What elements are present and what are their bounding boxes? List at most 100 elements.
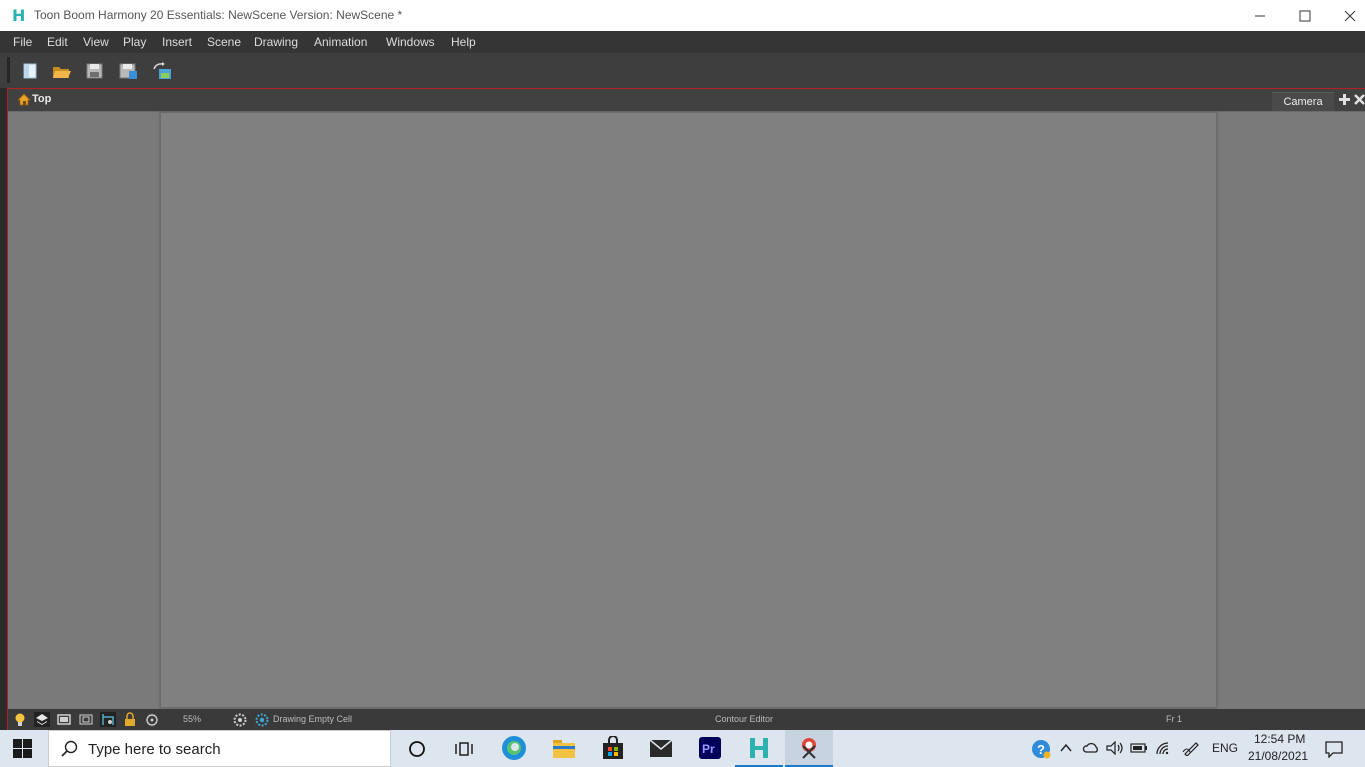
taskbar-edge[interactable] — [490, 730, 538, 767]
search-icon — [61, 740, 78, 757]
onion-skin-button[interactable] — [100, 712, 116, 727]
toolbar-grip[interactable] — [7, 57, 10, 83]
notification-icon — [1325, 741, 1343, 758]
frame-icon[interactable] — [56, 712, 72, 727]
window-title: Toon Boom Harmony 20 Essentials: NewScen… — [34, 8, 403, 22]
harmony-icon — [750, 738, 768, 758]
cortana-icon — [409, 741, 425, 757]
chevron-up-icon — [1060, 743, 1072, 752]
menu-scene[interactable]: Scene — [207, 35, 241, 49]
pen-workspace-icon — [1182, 742, 1199, 756]
volume-tray-button[interactable] — [1104, 730, 1126, 767]
taskbar-mail[interactable] — [637, 730, 685, 767]
premiere-pro-icon: Pr — [699, 737, 721, 759]
new-scene-button[interactable] — [19, 61, 41, 81]
cortana-button[interactable] — [392, 730, 440, 767]
maximize-icon — [1299, 10, 1311, 21]
left-panel-edge — [0, 88, 8, 730]
battery-tray-button[interactable] — [1128, 730, 1150, 767]
taskbar-premiere-pro[interactable]: Pr — [686, 730, 734, 767]
save-icon — [86, 63, 103, 79]
folder-icon — [553, 740, 575, 758]
menu-edit[interactable]: Edit — [47, 35, 68, 49]
help-question-icon: ? — [1032, 740, 1051, 759]
layers-icon — [36, 714, 48, 725]
help-tray-button[interactable]: ? — [1030, 730, 1052, 767]
wifi-tray-button[interactable] — [1153, 730, 1175, 767]
current-drawing-status: Drawing Empty Cell — [273, 714, 353, 724]
safe-area-icon[interactable] — [78, 712, 94, 727]
close-view-icon[interactable] — [1354, 94, 1365, 105]
store-bag-icon — [603, 736, 623, 759]
reset-view-icon[interactable] — [144, 712, 160, 727]
drawing-gear-icon[interactable] — [254, 712, 270, 727]
snipping-tool-icon — [802, 738, 816, 759]
svg-text:Pr: Pr — [702, 742, 715, 756]
tab-camera[interactable]: Camera — [1272, 92, 1334, 112]
file-toolbar — [0, 53, 1365, 89]
taskbar-store[interactable] — [588, 730, 636, 767]
zoom-level[interactable]: 55% — [183, 714, 201, 724]
harmony-logo-icon: H — [12, 6, 26, 25]
menu-file[interactable]: File — [13, 35, 32, 49]
edge-icon — [502, 736, 526, 760]
menu-play[interactable]: Play — [123, 35, 146, 49]
menu-view[interactable]: View — [83, 35, 109, 49]
menu-help[interactable]: Help — [451, 35, 476, 49]
clock-time: 12:54 PM — [1254, 732, 1306, 746]
notifications-button[interactable] — [1318, 730, 1350, 767]
tab-camera-label: Camera — [1283, 96, 1323, 108]
view-status-bar: 55% Drawing Empty Cell Contour Editor Fr… — [8, 709, 1365, 730]
taskbar-search-box[interactable]: Type here to search — [48, 730, 391, 767]
layers-toggle-button[interactable] — [34, 712, 50, 727]
save-button[interactable] — [84, 61, 106, 81]
menu-bar: File Edit View Play Insert Scene Drawing… — [0, 31, 1365, 53]
menu-windows[interactable]: Windows — [386, 35, 435, 49]
save-as-button[interactable] — [117, 61, 139, 81]
taskbar-file-explorer[interactable] — [539, 730, 587, 767]
camera-stage-area[interactable] — [160, 112, 1217, 708]
clock-button[interactable]: 12:54 PM 21/08/2021 — [1244, 730, 1314, 767]
show-hidden-icons-button[interactable] — [1058, 730, 1074, 767]
pen-tray-button[interactable] — [1180, 730, 1202, 767]
menu-insert[interactable]: Insert — [162, 35, 192, 49]
open-scene-button[interactable] — [51, 61, 73, 81]
save-as-icon — [119, 63, 137, 79]
add-view-icon[interactable] — [1339, 94, 1350, 105]
camera-viewport[interactable] — [8, 111, 1365, 710]
close-button[interactable] — [1327, 0, 1365, 31]
open-folder-icon — [53, 67, 71, 78]
task-view-button[interactable] — [440, 730, 488, 767]
windows-start-icon — [13, 739, 32, 758]
home-icon[interactable] — [17, 93, 31, 106]
settings-gear-icon[interactable] — [232, 712, 248, 727]
language-indicator[interactable]: ENG — [1208, 730, 1240, 767]
mail-icon — [649, 739, 673, 757]
import-button[interactable] — [151, 61, 173, 81]
taskbar-harmony[interactable] — [735, 730, 783, 767]
new-scene-icon — [23, 63, 37, 79]
import-icon — [153, 62, 171, 79]
minimize-icon — [1255, 15, 1265, 16]
onion-skin-icon — [102, 714, 114, 725]
menu-animation[interactable]: Animation — [314, 35, 367, 49]
title-bar: H Toon Boom Harmony 20 Essentials: NewSc… — [0, 0, 1365, 31]
maximize-button[interactable] — [1282, 0, 1328, 31]
wifi-icon — [1156, 742, 1169, 755]
battery-icon — [1130, 743, 1147, 753]
camera-view-header: Top — [8, 89, 1365, 111]
onedrive-tray-button[interactable] — [1080, 730, 1102, 767]
start-button[interactable] — [13, 739, 33, 764]
frame-indicator: Fr 1 — [1166, 714, 1183, 724]
lightbulb-icon[interactable] — [12, 712, 28, 727]
clock-date: 21/08/2021 — [1248, 749, 1309, 763]
speaker-icon — [1106, 741, 1123, 755]
taskbar-snipping-tool[interactable] — [785, 730, 833, 767]
search-placeholder: Type here to search — [88, 741, 221, 758]
minimize-button[interactable] — [1237, 0, 1283, 31]
current-tool-label: Contour Editor — [715, 714, 774, 724]
lock-icon[interactable] — [122, 712, 138, 727]
menu-drawing[interactable]: Drawing — [254, 35, 298, 49]
breadcrumb-top[interactable]: Top — [32, 93, 51, 105]
task-view-icon — [455, 742, 473, 756]
